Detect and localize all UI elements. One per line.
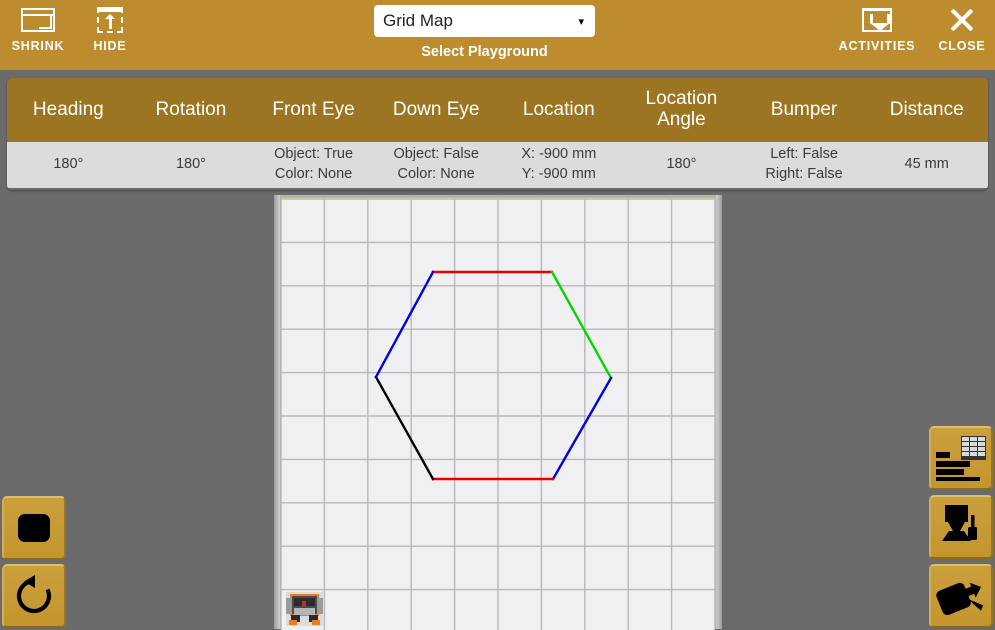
robot-sprite-icon[interactable] — [286, 592, 323, 626]
column-header-distance: Distance — [865, 78, 988, 142]
column-header-line2: Angle — [657, 109, 706, 130]
map-scrollbar-left[interactable] — [274, 195, 280, 629]
upper-right-edge-green — [550, 270, 613, 380]
column-header-front-eye: Front Eye — [252, 78, 375, 142]
telemetry-table: Heading Rotation Front Eye Down Eye Loca… — [7, 78, 988, 188]
cell-rotation: 180° — [129, 142, 253, 188]
chevron-down-icon: ▾ — [578, 15, 584, 28]
column-header-down-eye: Down Eye — [374, 78, 498, 142]
column-header-line1: Rotation — [155, 98, 227, 120]
shrink-button-label: SHRINK — [11, 39, 65, 53]
cell-bumper: Left: False Right: False — [742, 142, 866, 188]
hide-panel-icon — [97, 4, 123, 36]
cell-line1: 180° — [666, 156, 697, 173]
activities-icon — [862, 4, 892, 36]
upper-left-edge-blue — [374, 270, 435, 379]
anvil-hammer-icon — [942, 505, 977, 541]
cell-line1: Left: False — [770, 146, 838, 163]
cell-line1: Object: True — [274, 146, 354, 163]
reset-rotate-icon — [16, 575, 52, 614]
column-header-line1: Location — [645, 88, 718, 110]
column-header-line1: Distance — [889, 98, 964, 120]
cell-location: X: -900 mm Y: -900 mm — [497, 142, 621, 188]
column-header-line2: Eye — [322, 98, 355, 120]
hide-button[interactable]: HIDE — [73, 4, 147, 53]
column-header-location: Location — [497, 78, 621, 142]
cell-line1: 180° — [175, 156, 206, 173]
lower-right-edge-blue — [551, 376, 613, 481]
hide-button-label: HIDE — [93, 39, 127, 53]
column-header-rotation: Rotation — [129, 78, 253, 142]
shrink-window-icon — [21, 4, 55, 36]
cell-distance: 45 mm — [865, 142, 988, 188]
cell-line1: 45 mm — [904, 156, 949, 173]
cell-down-eye: Object: False Color: None — [374, 142, 498, 188]
cell-line1: X: -900 mm — [521, 146, 597, 163]
telemetry-header-row: Heading Rotation Front Eye Down Eye Loca… — [7, 78, 988, 142]
cell-line1: 180° — [53, 156, 84, 173]
cell-front-eye: Object: True Color: None — [252, 142, 375, 188]
column-header-line1: Front — [272, 98, 317, 120]
hexagon-path-drawing — [374, 270, 613, 481]
column-header-line1: Location — [522, 98, 595, 120]
column-header-location-angle: Location Angle — [620, 78, 743, 142]
playground-selector-group: Grid Map ▾ Select Playground — [374, 5, 595, 60]
playground-caption: Select Playground — [421, 44, 548, 60]
reset-button[interactable] — [2, 564, 66, 628]
cell-location-angle: 180° — [620, 142, 743, 188]
data-table-button[interactable] — [929, 426, 993, 490]
table-row: 180° 180° Object: True Color: None Objec… — [7, 142, 988, 188]
data-table-icon — [936, 436, 986, 481]
map-scrollbar-right[interactable] — [716, 195, 722, 629]
activities-button-label: ACTIVITIES — [838, 39, 916, 53]
column-header-line1: Down — [392, 98, 442, 120]
column-header-bumper: Bumper — [742, 78, 866, 142]
playground-select[interactable]: Grid Map ▾ — [374, 5, 595, 37]
column-header-heading: Heading — [7, 78, 130, 142]
top-toolbar: SHRINK HIDE Grid Map ▾ Select Playground… — [0, 0, 995, 70]
column-header-line1: Heading — [32, 98, 104, 120]
telemetry-panel: Heading Rotation Front Eye Down Eye Loca… — [7, 78, 988, 190]
column-header-line2: Eye — [446, 98, 480, 120]
close-x-icon — [949, 4, 975, 36]
column-header-line1: Bumper — [770, 98, 838, 120]
cell-line2: Right: False — [765, 166, 843, 182]
lower-left-edge-black — [374, 375, 435, 481]
cell-line1: Object: False — [393, 146, 479, 163]
grid-map-canvas[interactable] — [281, 198, 715, 630]
paint-roller-icon — [936, 582, 984, 616]
cell-heading: 180° — [7, 142, 130, 188]
cell-line2: Color: None — [397, 166, 475, 182]
close-button-label: CLOSE — [938, 39, 986, 53]
paint-tool-button[interactable] — [929, 564, 993, 628]
activities-button[interactable]: ACTIVITIES — [838, 4, 916, 53]
shrink-button[interactable]: SHRINK — [1, 4, 75, 53]
telemetry-value-row: 180° 180° Object: True Color: None Objec… — [7, 142, 988, 188]
cell-line2: Color: None — [274, 166, 353, 182]
cell-line2: Y: -900 mm — [521, 166, 596, 182]
playground-select-value: Grid Map — [383, 11, 453, 30]
stop-button[interactable] — [2, 496, 66, 560]
close-button[interactable]: CLOSE — [925, 4, 995, 53]
anvil-tool-button[interactable] — [929, 495, 993, 559]
stop-square-icon — [18, 514, 50, 542]
